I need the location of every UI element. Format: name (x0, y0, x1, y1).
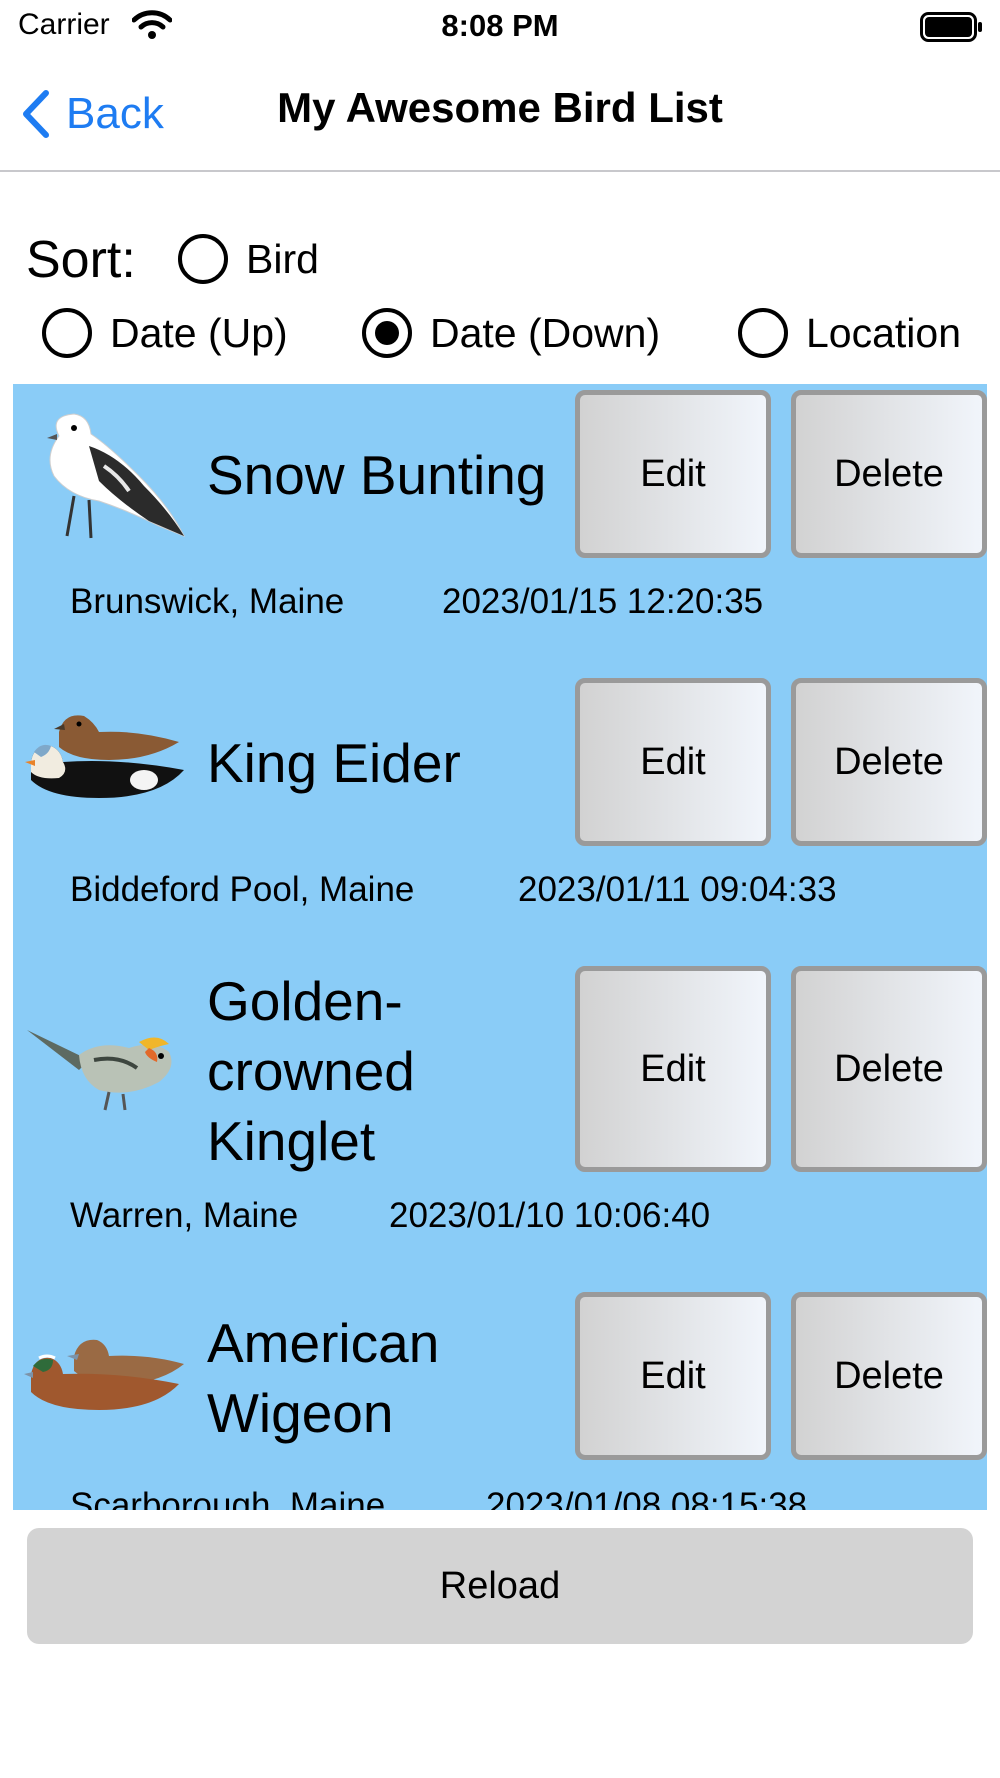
bird-datetime: 2023/01/11 09:04:33 (518, 870, 837, 909)
bird-name: American Wigeon (207, 1308, 439, 1448)
navigation-bar: Back My Awesome Bird List (0, 56, 1000, 172)
reload-button[interactable]: Reload (27, 1528, 973, 1644)
sort-option-label: Bird (246, 235, 319, 282)
bird-name: King Eider (207, 732, 461, 794)
sort-option-date-down[interactable]: Date (Down) (362, 308, 660, 358)
delete-button[interactable]: Delete (791, 390, 987, 558)
edit-button[interactable]: Edit (575, 1292, 771, 1460)
sort-label: Sort: (26, 231, 136, 289)
bird-datetime: 2023/01/15 12:20:35 (442, 582, 764, 621)
edit-button[interactable]: Edit (575, 966, 771, 1172)
bird-location: Warren, Maine (70, 1196, 299, 1235)
page-title: My Awesome Bird List (277, 84, 723, 131)
status-time: 8:08 PM (441, 8, 559, 43)
bird-location: Biddeford Pool, Maine (70, 870, 415, 909)
delete-button[interactable]: Delete (791, 678, 987, 846)
battery-icon (920, 12, 984, 47)
bird-name-line: Golden- (207, 970, 403, 1032)
bird-name: Snow Bunting (207, 444, 547, 506)
radio-checked-icon (362, 308, 412, 358)
bird-name-line: crowned (207, 1040, 415, 1102)
sort-option-label: Date (Up) (110, 309, 288, 356)
bird-list[interactable]: Snow Bunting Edit Delete Brunswick, Main… (13, 384, 987, 1510)
american-wigeon-image (24, 1339, 184, 1410)
bird-datetime: 2023/01/08 08:15:38 (486, 1486, 808, 1510)
bird-location: Brunswick, Maine (70, 582, 345, 621)
bird-name-line: American (207, 1312, 440, 1374)
delete-button[interactable]: Delete (791, 1292, 987, 1460)
sort-option-date-up[interactable]: Date (Up) (42, 308, 288, 358)
delete-button[interactable]: Delete (791, 966, 987, 1172)
golden-crowned-kinglet-image (27, 1030, 172, 1111)
snow-bunting-image (47, 413, 186, 539)
sort-option-location[interactable]: Location (738, 308, 961, 358)
bird-location: Scarborough, Maine (70, 1486, 386, 1510)
radio-unchecked-icon (178, 234, 228, 284)
sort-option-bird[interactable]: Bird (178, 234, 319, 284)
radio-unchecked-icon (42, 308, 92, 358)
bird-name-line: Wigeon (207, 1382, 394, 1444)
status-bar: Carrier 8:08 PM (0, 0, 1000, 56)
radio-unchecked-icon (738, 308, 788, 358)
bird-datetime: 2023/01/10 10:06:40 (389, 1196, 711, 1235)
sort-option-label: Location (806, 309, 962, 356)
bird-name: Golden- crowned Kinglet (207, 966, 415, 1176)
bird-name-line: Kinglet (207, 1110, 376, 1172)
edit-button[interactable]: Edit (575, 678, 771, 846)
sort-option-label: Date (Down) (430, 309, 661, 356)
king-eider-image (25, 715, 184, 798)
edit-button[interactable]: Edit (575, 390, 771, 558)
